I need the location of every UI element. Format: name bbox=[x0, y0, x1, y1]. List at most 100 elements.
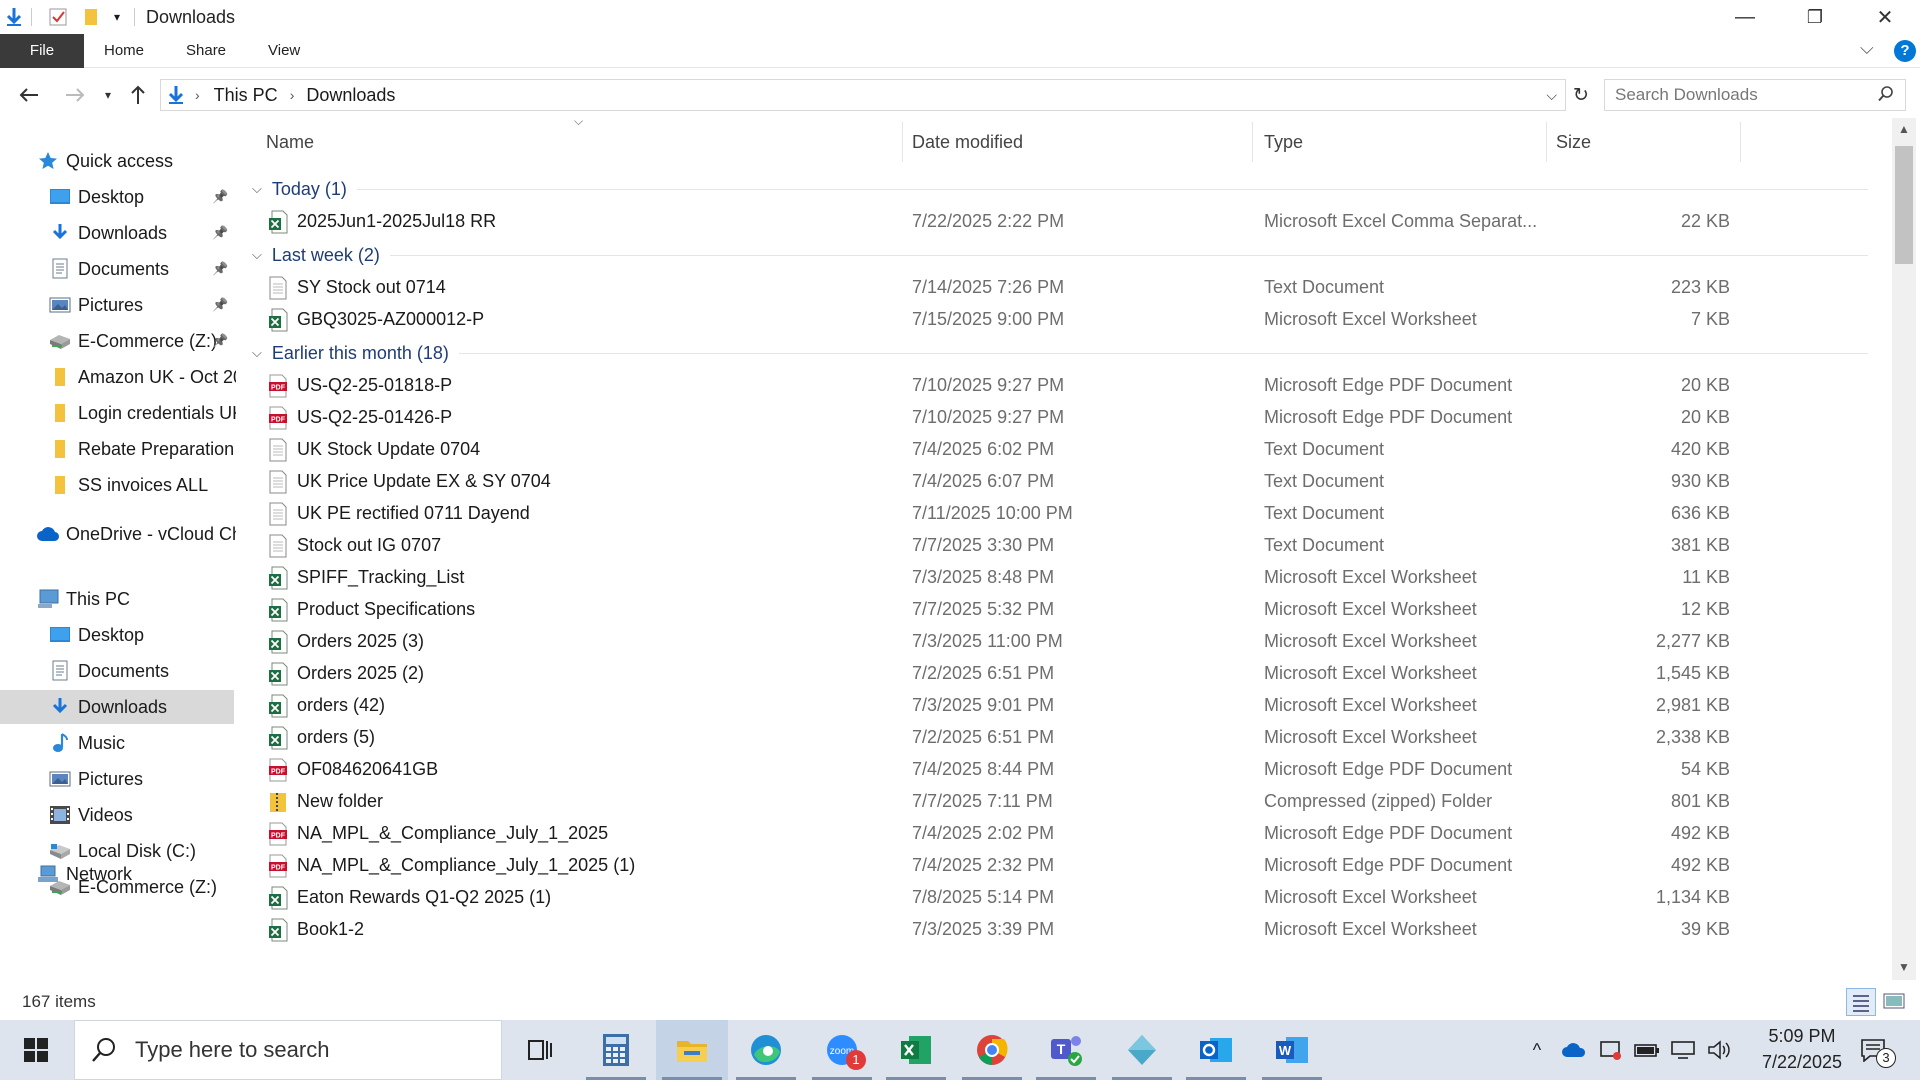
tab-file[interactable]: File bbox=[0, 34, 84, 68]
forward-arrow-icon[interactable] bbox=[58, 80, 92, 110]
collapse-chevron-icon[interactable]: ⌵ bbox=[252, 181, 262, 197]
help-icon[interactable]: ? bbox=[1894, 40, 1916, 62]
network-status-icon[interactable] bbox=[1670, 1038, 1698, 1062]
file-explorer-icon[interactable] bbox=[656, 1020, 728, 1080]
vertical-scrollbar[interactable]: ▲ ▼ bbox=[1892, 118, 1916, 980]
file-row[interactable]: PDF NA_MPL_&_Compliance_July_1_2025 7/4/20… bbox=[238, 818, 1888, 850]
properties-checkmark-icon[interactable] bbox=[46, 6, 70, 28]
sidebar-item-ss-invoices-all[interactable]: SS invoices ALL bbox=[0, 468, 236, 502]
scroll-up-arrow-icon[interactable]: ▲ bbox=[1898, 122, 1910, 136]
file-row[interactable]: Eaton Rewards Q1-Q2 2025 (1) 7/8/2025 5:1… bbox=[238, 882, 1888, 914]
column-divider[interactable] bbox=[1740, 122, 1741, 162]
group-header[interactable]: ⌵ Last week (2) bbox=[238, 240, 1888, 270]
column-divider[interactable] bbox=[902, 122, 903, 162]
task-view-icon[interactable] bbox=[504, 1020, 576, 1080]
onedrive-tray-icon[interactable] bbox=[1560, 1038, 1588, 1062]
address-bar[interactable]: › This PC › Downloads ⌵ bbox=[160, 79, 1566, 111]
start-button[interactable] bbox=[0, 1020, 72, 1080]
file-row[interactable]: Stock out IG 0707 7/7/2025 3:30 PM Text Do… bbox=[238, 530, 1888, 562]
show-hidden-icons-icon[interactable]: ^ bbox=[1526, 1038, 1548, 1062]
large-icons-view-button[interactable] bbox=[1880, 988, 1910, 1016]
notification-center-icon[interactable]: 3 bbox=[1856, 1038, 1896, 1068]
sidebar-item-this-pc[interactable]: This PC bbox=[0, 582, 236, 616]
sidebar-item-login-credentials-uk[interactable]: Login credentials UK bbox=[0, 396, 236, 430]
group-header[interactable]: ⌵ Earlier this month (18) bbox=[238, 338, 1888, 368]
tab-view[interactable]: View bbox=[268, 34, 300, 68]
file-row[interactable]: Book1-2 7/3/2025 3:39 PM Microsoft Excel W… bbox=[238, 914, 1888, 946]
file-row[interactable]: PDF OF084620641GB 7/4/2025 8:44 PM Microsof… bbox=[238, 754, 1888, 786]
address-history-dropdown-icon[interactable]: ⌵ bbox=[1546, 87, 1557, 104]
tab-home[interactable]: Home bbox=[104, 34, 144, 68]
sidebar-item-onedrive[interactable]: OneDrive - vCloud Ch bbox=[0, 517, 236, 551]
file-row[interactable]: UK Stock Update 0704 7/4/2025 6:02 PM Text… bbox=[238, 434, 1888, 466]
file-row[interactable]: UK Price Update EX & SY 0704 7/4/2025 6:0… bbox=[238, 466, 1888, 498]
file-row[interactable]: PDF NA_MPL_&_Compliance_July_1_2025 (1) 7/… bbox=[238, 850, 1888, 882]
sidebar-item-quick-access[interactable]: Quick access bbox=[0, 144, 236, 178]
close-button[interactable]: ✕ bbox=[1850, 0, 1920, 34]
file-row[interactable]: orders (42) 7/3/2025 9:01 PM Microsoft Exc… bbox=[238, 690, 1888, 722]
column-header-type[interactable]: Type bbox=[1264, 118, 1303, 166]
file-row[interactable]: GBQ3025-AZ000012-P 7/15/2025 9:00 PM Micro… bbox=[238, 304, 1888, 336]
sidebar-item-pc-e-commerce-z[interactable]: E-Commerce (Z:) bbox=[0, 870, 236, 904]
expand-ribbon-icon[interactable]: ⌵ bbox=[1860, 38, 1874, 59]
up-arrow-icon[interactable] bbox=[124, 80, 152, 110]
volume-icon[interactable] bbox=[1706, 1038, 1732, 1062]
new-folder-icon[interactable] bbox=[80, 6, 102, 28]
calculator-icon[interactable] bbox=[580, 1020, 652, 1080]
battery-icon[interactable] bbox=[1634, 1038, 1660, 1062]
collapse-chevron-icon[interactable]: ⌵ bbox=[252, 247, 262, 263]
column-header-date[interactable]: Date modified bbox=[912, 118, 1023, 166]
column-divider[interactable] bbox=[1252, 122, 1253, 162]
sidebar-item-pc-videos[interactable]: Videos bbox=[0, 798, 236, 832]
details-view-button[interactable] bbox=[1846, 988, 1876, 1016]
file-row[interactable]: Product Specifications 7/7/2025 5:32 PM Mi… bbox=[238, 594, 1888, 626]
sidebar-item-rebate-preparation-f[interactable]: Rebate Preparation F bbox=[0, 432, 236, 466]
sidebar-item-pictures[interactable]: Pictures 📌 bbox=[0, 288, 236, 322]
sidebar-item-documents[interactable]: Documents 📌 bbox=[0, 252, 236, 286]
minimize-button[interactable]: — bbox=[1710, 0, 1780, 34]
search-icon[interactable] bbox=[1877, 85, 1895, 108]
column-header-size[interactable]: Size bbox=[1556, 118, 1591, 166]
file-row[interactable]: orders (5) 7/2/2025 6:51 PM Microsoft Exce… bbox=[238, 722, 1888, 754]
sidebar-item-pc-local-disk-c[interactable]: Local Disk (C:) bbox=[0, 834, 236, 868]
search-input[interactable]: Search Downloads bbox=[1604, 79, 1906, 111]
file-row[interactable]: PDF US-Q2-25-01818-P 7/10/2025 9:27 PM Micr… bbox=[238, 370, 1888, 402]
scroll-down-arrow-icon[interactable]: ▼ bbox=[1898, 960, 1910, 974]
restore-button[interactable]: ❐ bbox=[1780, 0, 1850, 34]
sidebar-item-desktop[interactable]: Desktop 📌 bbox=[0, 180, 236, 214]
outlook-icon[interactable] bbox=[1180, 1020, 1252, 1080]
file-row[interactable]: Orders 2025 (3) 7/3/2025 11:00 PM Microsof… bbox=[238, 626, 1888, 658]
column-divider[interactable] bbox=[1546, 122, 1547, 162]
file-row[interactable]: New folder 7/7/2025 7:11 PM Compressed (zi… bbox=[238, 786, 1888, 818]
zoom-icon[interactable]: zoom 1 bbox=[806, 1020, 878, 1080]
file-row[interactable]: UK PE rectified 0711 Dayend 7/11/2025 10:… bbox=[238, 498, 1888, 530]
sidebar-item-e-commerce-z[interactable]: E-Commerce (Z:) 📌 bbox=[0, 324, 236, 358]
chrome-icon[interactable] bbox=[956, 1020, 1028, 1080]
app-diamond-icon[interactable] bbox=[1106, 1020, 1178, 1080]
sidebar-item-pc-documents[interactable]: Documents bbox=[0, 654, 236, 688]
refresh-icon[interactable]: ↻ bbox=[1568, 80, 1594, 110]
taskbar-search-box[interactable]: Type here to search bbox=[74, 1020, 502, 1080]
collapse-chevron-icon[interactable]: ⌵ bbox=[252, 345, 262, 361]
excel-icon[interactable] bbox=[880, 1020, 952, 1080]
file-row[interactable]: SPIFF_Tracking_List 7/3/2025 8:48 PM Micro… bbox=[238, 562, 1888, 594]
clock-date[interactable]: 7/22/2025 bbox=[1742, 1052, 1862, 1073]
tab-share[interactable]: Share bbox=[186, 34, 226, 68]
column-header-name[interactable]: Name bbox=[266, 118, 314, 166]
scrollbar-thumb[interactable] bbox=[1895, 146, 1913, 264]
teams-icon[interactable]: T bbox=[1030, 1020, 1102, 1080]
recent-locations-icon[interactable]: ▾ bbox=[98, 80, 118, 110]
word-icon[interactable]: W bbox=[1256, 1020, 1328, 1080]
sidebar-item-pc-pictures[interactable]: Pictures bbox=[0, 762, 236, 796]
file-row[interactable]: Orders 2025 (2) 7/2/2025 6:51 PM Microsoft… bbox=[238, 658, 1888, 690]
back-arrow-icon[interactable] bbox=[12, 80, 46, 110]
customize-quick-access-icon[interactable]: ▾ bbox=[108, 6, 126, 28]
breadcrumb-this-pc[interactable]: This PC bbox=[214, 85, 278, 106]
sidebar-item-pc-downloads[interactable]: Downloads bbox=[0, 690, 234, 724]
clock-time[interactable]: 5:09 PM bbox=[1742, 1026, 1862, 1047]
group-header[interactable]: ⌵ Today (1) bbox=[238, 174, 1888, 204]
breadcrumb-downloads[interactable]: Downloads bbox=[306, 85, 395, 106]
edge-icon[interactable] bbox=[730, 1020, 802, 1080]
file-row[interactable]: PDF US-Q2-25-01426-P 7/10/2025 9:27 PM Micr… bbox=[238, 402, 1888, 434]
sidebar-item-amazon-uk-oct-20[interactable]: Amazon UK - Oct 20 bbox=[0, 360, 236, 394]
